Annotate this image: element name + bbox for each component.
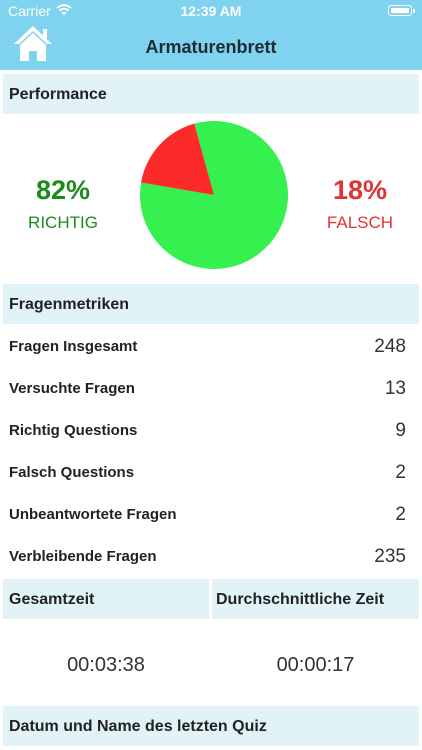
metrics-header: Fragenmetriken <box>3 284 419 324</box>
correct-label: RICHTIG <box>28 213 98 232</box>
metric-value: 2 <box>395 462 406 483</box>
metric-row: Richtig Questions 9 <box>0 420 422 464</box>
battery-icon <box>388 5 415 16</box>
metric-value: 248 <box>374 336 406 357</box>
last-quiz-header: Datum und Name des letzten Quiz <box>3 706 419 746</box>
total-time-label: Gesamtzeit <box>9 591 95 608</box>
correct-percent: 82% <box>35 175 91 205</box>
metric-value: 2 <box>395 504 406 525</box>
metric-label: Unbeantwortete Fragen <box>9 506 177 523</box>
average-time-value: 00:00:17 <box>276 654 355 676</box>
last-quiz-header-label: Datum und Name des letzten Quiz <box>9 718 267 735</box>
status-bar: Carrier 12:39 AM <box>0 0 422 22</box>
navigation-bar: Armaturenbrett <box>0 22 422 70</box>
metric-label: Fragen Insgesamt <box>9 338 138 355</box>
total-time-value: 00:03:38 <box>67 654 145 676</box>
metric-value: 9 <box>395 420 406 441</box>
wrong-label: FALSCH <box>326 213 394 232</box>
performance-header-label: Performance <box>9 86 107 103</box>
metric-label: Versuchte Fragen <box>9 380 135 397</box>
metric-row: Versuchte Fragen 13 <box>0 378 422 422</box>
average-time-label: Durchschnittliche Zeit <box>216 591 385 608</box>
metric-label: Falsch Questions <box>9 464 135 481</box>
performance-header: Performance <box>3 74 419 114</box>
metric-label: Verbleibende Fragen <box>9 548 157 565</box>
metric-row: Fragen Insgesamt 248 <box>0 336 422 380</box>
metric-value: 235 <box>374 546 406 567</box>
page-title: Armaturenbrett <box>145 37 277 57</box>
total-time-header: Gesamtzeit <box>3 579 209 619</box>
metric-label: Richtig Questions <box>9 422 138 439</box>
metric-value: 13 <box>384 378 406 399</box>
clock-label: 12:39 AM <box>180 3 242 19</box>
metric-row: Unbeantwortete Fragen 2 <box>0 504 422 548</box>
metrics-header-label: Fragenmetriken <box>9 296 130 313</box>
performance-pie-chart <box>140 121 288 270</box>
average-time-header: Durchschnittliche Zeit <box>212 579 419 619</box>
wrong-percent: 18% <box>332 175 388 205</box>
metric-row: Falsch Questions 2 <box>0 462 422 506</box>
